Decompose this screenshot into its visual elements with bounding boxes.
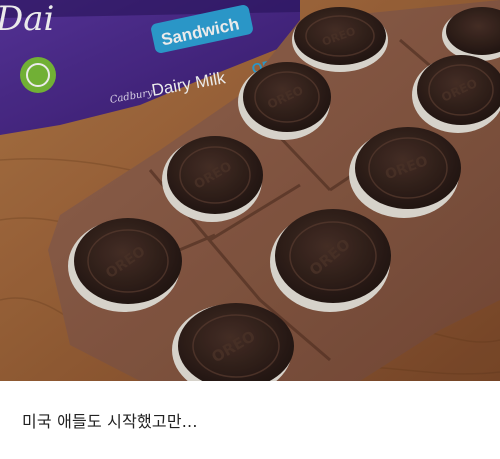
photo-vignette [0, 0, 500, 381]
caption-text: 미국 애들도 시작했고만... [22, 412, 198, 431]
photo-illustration: Dai Sandwich Cadbury Dairy Milk OR OREO … [0, 0, 500, 381]
chocolate-oreo-photo: Dai Sandwich Cadbury Dairy Milk OR OREO … [0, 0, 500, 381]
